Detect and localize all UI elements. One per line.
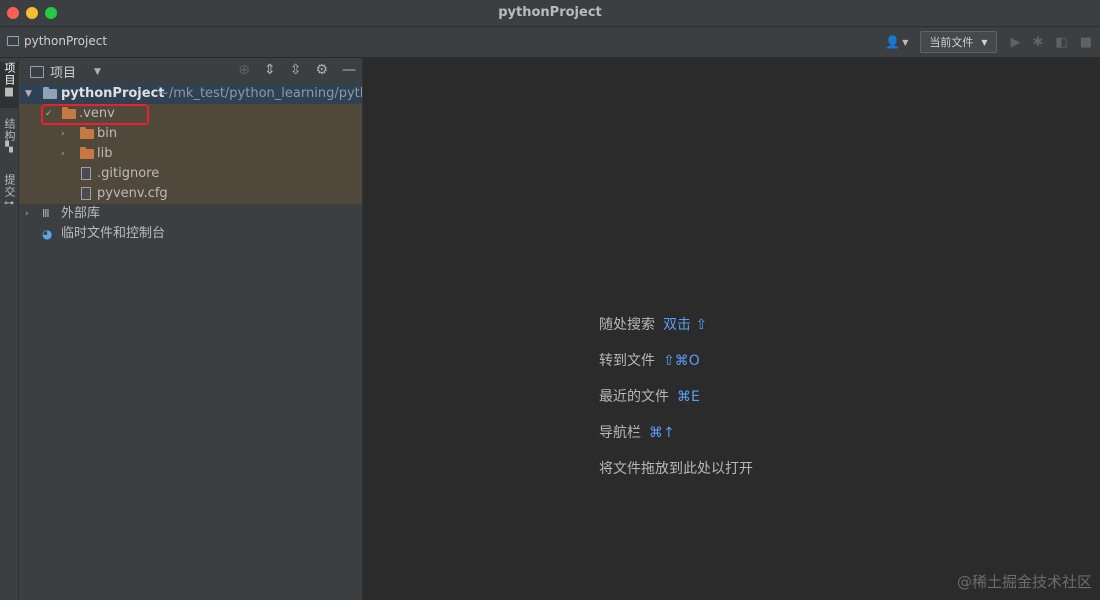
tree-item-label: pyvenv.cfg — [97, 186, 168, 201]
hint-goto-file: 转到文件 ⇧⌘O — [599, 350, 753, 386]
editor-area[interactable]: 随处搜索 双击 ⇧ 转到文件 ⇧⌘O 最近的文件 ⌘E 导航栏 ⌘↑ 将文件拖放到此处以… — [363, 58, 1100, 600]
chevron-right-icon[interactable]: › — [61, 144, 65, 164]
project-icon — [7, 36, 19, 46]
tree-item-root[interactable]: ▼ pythonProject ~/mk_test/python_learnin… — [19, 84, 362, 104]
tree-item-label: lib — [97, 146, 113, 161]
structure-icon: ▚ — [5, 142, 13, 153]
hint-label: 将文件拖放到此处以打开 — [599, 461, 753, 477]
user-icon: 👤 — [885, 35, 901, 49]
stop-icon[interactable]: ■ — [1080, 35, 1092, 50]
tab-project[interactable]: 项目 ▆ — [0, 62, 18, 108]
tree-item-pyvenv[interactable]: pyvenv.cfg — [19, 184, 362, 204]
locate-icon[interactable]: ⊕ — [238, 62, 250, 78]
title-bar: pythonProject — [0, 0, 1100, 27]
tree-item-bin[interactable]: › bin — [19, 124, 362, 144]
project-icon — [30, 65, 44, 78]
watermark: @稀土掘金技术社区 — [956, 573, 1092, 591]
account-button[interactable]: 👤 ▼ — [885, 35, 908, 49]
tool-window-strip: 项目 ▆ 结构 ▚ 提交 ⊶ — [0, 58, 19, 600]
chevron-down-icon[interactable]: ▼ — [25, 84, 32, 104]
tree-item-gitignore[interactable]: .gitignore — [19, 164, 362, 184]
tab-project-label: 项目 — [3, 62, 16, 86]
breadcrumb-project-name: pythonProject — [24, 34, 108, 48]
hint-label: 转到文件 — [599, 353, 655, 369]
hint-shortcut: ⇧⌘O — [663, 353, 700, 369]
tab-commit-label: 提交 — [3, 174, 16, 198]
tree-item-external-libraries[interactable]: › Ⅲ 外部库 — [19, 204, 362, 224]
debug-icon[interactable]: ✱ — [1033, 35, 1044, 50]
expand-all-icon[interactable]: ⇕ — [264, 62, 276, 78]
hint-shortcut: ⌘E — [677, 389, 700, 405]
tree-item-label: 外部库 — [61, 206, 101, 221]
chevron-down-icon: ▼ — [94, 66, 101, 77]
folder-icon — [80, 147, 94, 159]
tab-structure-label: 结构 — [3, 118, 16, 142]
tab-structure[interactable]: 结构 ▚ — [0, 118, 18, 162]
scratches-icon: ◕ — [42, 227, 53, 241]
hint-recent-files: 最近的文件 ⌘E — [599, 386, 753, 422]
tree-item-path: ~/mk_test/python_learning/pythonProject — [158, 86, 362, 101]
tree-item-label: bin — [97, 126, 118, 141]
hint-shortcut: ⌘↑ — [649, 425, 675, 441]
library-icon: Ⅲ — [42, 207, 50, 220]
run-icon[interactable]: ▶ — [1011, 35, 1021, 50]
ignore-file-icon — [81, 167, 91, 180]
minimize-icon[interactable]: — — [342, 62, 356, 78]
folder-icon — [80, 127, 94, 139]
run-configuration-label: 当前文件 — [929, 36, 974, 49]
commit-icon: ⊶ — [4, 198, 14, 209]
chevron-down-icon: ▼ — [981, 37, 988, 47]
run-configuration-select[interactable]: 当前文件 ▼ — [920, 31, 997, 53]
tree-item-lib[interactable]: › lib — [19, 144, 362, 164]
tab-commit[interactable]: 提交 ⊶ — [0, 174, 18, 218]
editor-empty-hints: 随处搜索 双击 ⇧ 转到文件 ⇧⌘O 最近的文件 ⌘E 导航栏 ⌘↑ 将文件拖放到此处以… — [599, 314, 753, 494]
gear-icon[interactable]: ⚙ — [315, 62, 328, 78]
tree-item-label: .gitignore — [97, 166, 160, 181]
tree-item-label: pythonProject — [61, 86, 165, 101]
hint-label: 导航栏 — [599, 425, 641, 441]
coverage-icon[interactable]: ◧ — [1055, 35, 1067, 50]
navigation-bar: pythonProject 👤 ▼ 当前文件 ▼ ▶ ✱ ◧ ■ — [0, 27, 1100, 58]
config-file-icon — [81, 187, 91, 200]
window-title: pythonProject — [498, 5, 602, 20]
project-panel: 项目 ▼ ⊕ ⇕ ⇳ ⚙ — ▼ pythonProject ~/mk_test… — [19, 58, 363, 600]
project-view-selector[interactable]: 项目 ▼ — [30, 62, 101, 81]
hint-label: 随处搜索 — [599, 317, 655, 333]
hint-search-everywhere: 随处搜索 双击 ⇧ — [599, 314, 753, 350]
hint-label: 最近的文件 — [599, 389, 669, 405]
hint-navigation-bar: 导航栏 ⌘↑ — [599, 422, 753, 458]
tree-item-label: 临时文件和控制台 — [61, 226, 166, 241]
hint-shortcut: 双击 ⇧ — [663, 317, 708, 333]
breadcrumb[interactable]: pythonProject — [7, 34, 107, 48]
hint-drop-files: 将文件拖放到此处以打开 — [599, 458, 753, 494]
project-panel-actions: ⊕ ⇕ ⇳ ⚙ — — [238, 62, 356, 78]
project-panel-header: 项目 ▼ ⊕ ⇕ ⇳ ⚙ — — [19, 58, 362, 84]
annotation-highlight-box — [41, 104, 149, 125]
chevron-down-icon: ▼ — [902, 37, 909, 47]
collapse-all-icon[interactable]: ⇳ — [290, 62, 302, 78]
chevron-right-icon[interactable]: › — [25, 204, 29, 224]
toolbar-right: 👤 ▼ 当前文件 ▼ ▶ ✱ ◧ ■ — [885, 31, 1100, 53]
project-panel-title: 项目 — [50, 66, 77, 81]
chevron-right-icon[interactable]: › — [61, 124, 65, 144]
folder-icon: ▆ — [5, 86, 13, 97]
tree-item-scratches[interactable]: ◕ 临时文件和控制台 — [19, 224, 362, 244]
folder-icon — [43, 87, 57, 99]
